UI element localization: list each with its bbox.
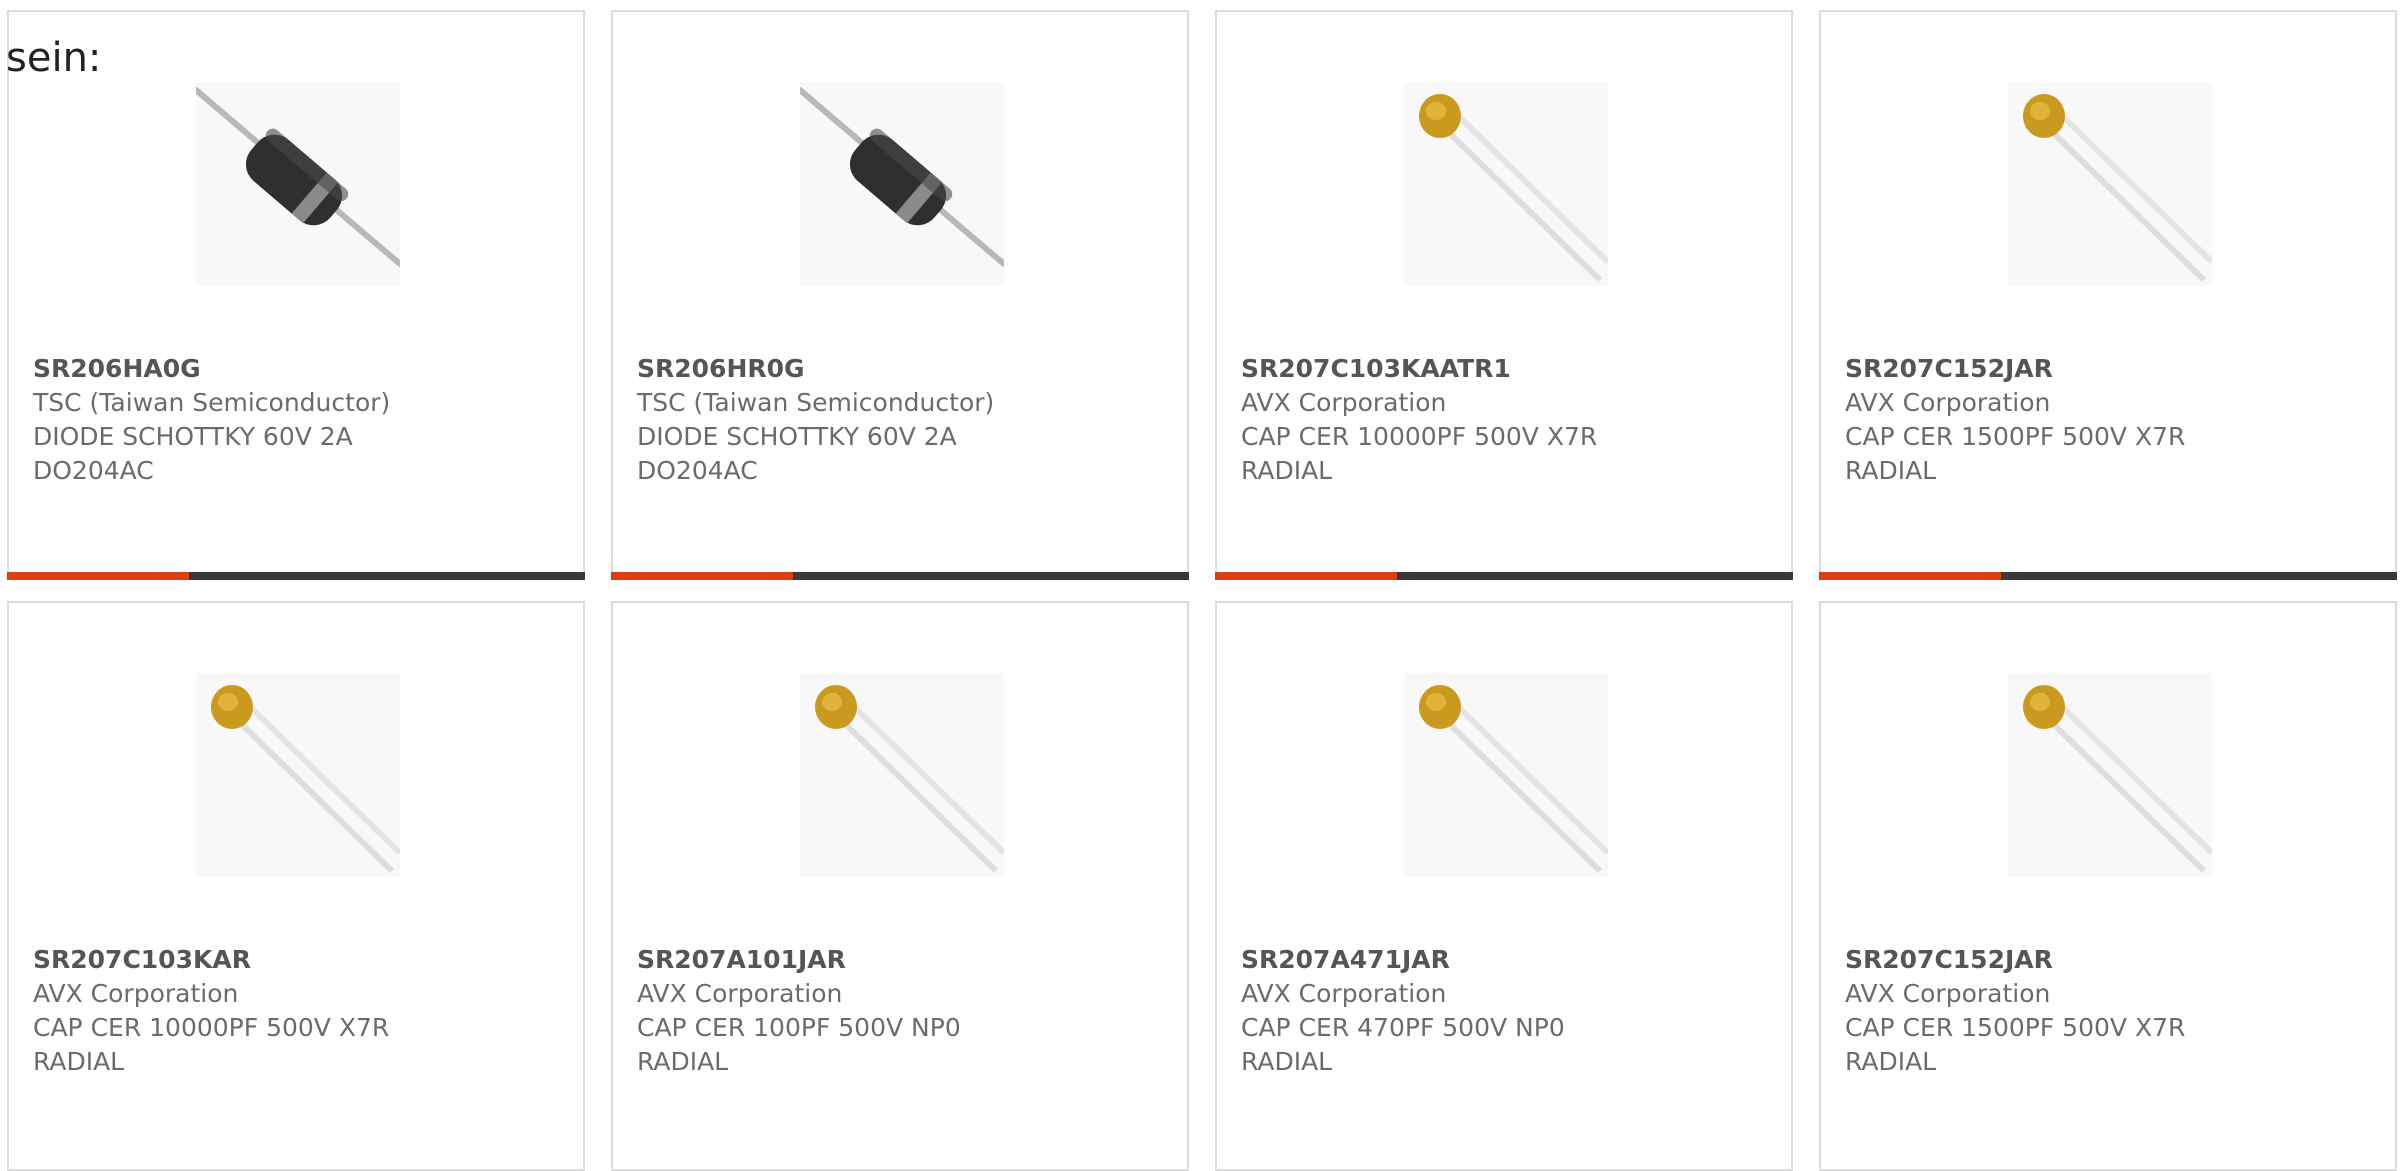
description: CAP CER 1500PF 500V X7R: [1845, 1013, 2186, 1042]
product-card[interactable]: SR207C152JAR AVX Corporation CAP CER 150…: [1819, 10, 2397, 580]
product-image[interactable]: [1404, 673, 1608, 877]
product-image[interactable]: [1404, 82, 1608, 286]
product-image[interactable]: [800, 673, 1004, 877]
description: CAP CER 10000PF 500V X7R: [1241, 422, 1598, 451]
part-number[interactable]: SR207C103KAATR1: [1241, 352, 1597, 386]
part-number[interactable]: SR206HA0G: [33, 352, 390, 386]
manufacturer: AVX Corporation: [1845, 979, 2051, 1008]
product-card[interactable]: SR207C103KAATR1 AVX Corporation CAP CER …: [1215, 10, 1793, 580]
product-card[interactable]: SR207C103KAR AVX Corporation CAP CER 100…: [7, 601, 585, 1171]
section-heading: sein:: [6, 35, 102, 81]
card-bottom-bar: [611, 572, 1189, 580]
product-image[interactable]: [2008, 82, 2212, 286]
product-card[interactable]: SR207C152JAR AVX Corporation CAP CER 150…: [1819, 601, 2397, 1171]
capacitor-icon: [815, 685, 1004, 874]
part-number[interactable]: SR207A471JAR: [1241, 943, 1565, 977]
card-bottom-bar: [1819, 572, 2397, 580]
package: RADIAL: [1845, 1047, 1937, 1076]
package: RADIAL: [1241, 456, 1333, 485]
part-number[interactable]: SR207A101JAR: [637, 943, 961, 977]
card-bottom-bar: [7, 572, 585, 580]
package: DO204AC: [33, 456, 154, 485]
product-card[interactable]: SR206HR0G TSC (Taiwan Semiconductor) DIO…: [611, 10, 1189, 580]
product-image[interactable]: [2008, 673, 2212, 877]
capacitor-icon: [1419, 685, 1608, 874]
part-number[interactable]: SR207C152JAR: [1845, 943, 2185, 977]
diode-icon: [800, 87, 1004, 267]
description: DIODE SCHOTTKY 60V 2A: [33, 422, 353, 451]
manufacturer: AVX Corporation: [1845, 388, 2051, 417]
manufacturer: TSC (Taiwan Semiconductor): [33, 388, 391, 417]
manufacturer: AVX Corporation: [1241, 388, 1447, 417]
card-accent-bar: [1215, 572, 1397, 580]
part-number[interactable]: SR206HR0G: [637, 352, 994, 386]
card-accent-bar: [611, 572, 793, 580]
description: CAP CER 1500PF 500V X7R: [1845, 422, 2186, 451]
package: DO204AC: [637, 456, 758, 485]
capacitor-icon: [2023, 685, 2212, 874]
capacitor-icon: [2023, 94, 2212, 283]
manufacturer: TSC (Taiwan Semiconductor): [637, 388, 995, 417]
card-accent-bar: [1819, 572, 2001, 580]
capacitor-icon: [1419, 94, 1608, 283]
product-image[interactable]: [196, 82, 400, 286]
manufacturer: AVX Corporation: [637, 979, 843, 1008]
product-image[interactable]: [196, 673, 400, 877]
package: RADIAL: [1845, 456, 1937, 485]
description: CAP CER 10000PF 500V X7R: [33, 1013, 390, 1042]
diode-icon: [196, 87, 400, 267]
description: CAP CER 470PF 500V NP0: [1241, 1013, 1565, 1042]
manufacturer: AVX Corporation: [1241, 979, 1447, 1008]
card-bottom-bar: [1215, 572, 1793, 580]
product-card[interactable]: SR207A101JAR AVX Corporation CAP CER 100…: [611, 601, 1189, 1171]
card-accent-bar: [7, 572, 189, 580]
product-grid: SR206HA0G TSC (Taiwan Semiconductor) DIO…: [7, 10, 2400, 1171]
part-number[interactable]: SR207C152JAR: [1845, 352, 2185, 386]
part-number[interactable]: SR207C103KAR: [33, 943, 389, 977]
package: RADIAL: [1241, 1047, 1333, 1076]
description: CAP CER 100PF 500V NP0: [637, 1013, 961, 1042]
package: RADIAL: [637, 1047, 729, 1076]
capacitor-icon: [211, 685, 400, 874]
manufacturer: AVX Corporation: [33, 979, 239, 1008]
product-card[interactable]: SR206HA0G TSC (Taiwan Semiconductor) DIO…: [7, 10, 585, 580]
product-image[interactable]: [800, 82, 1004, 286]
description: DIODE SCHOTTKY 60V 2A: [637, 422, 957, 451]
package: RADIAL: [33, 1047, 125, 1076]
product-card[interactable]: SR207A471JAR AVX Corporation CAP CER 470…: [1215, 601, 1793, 1171]
